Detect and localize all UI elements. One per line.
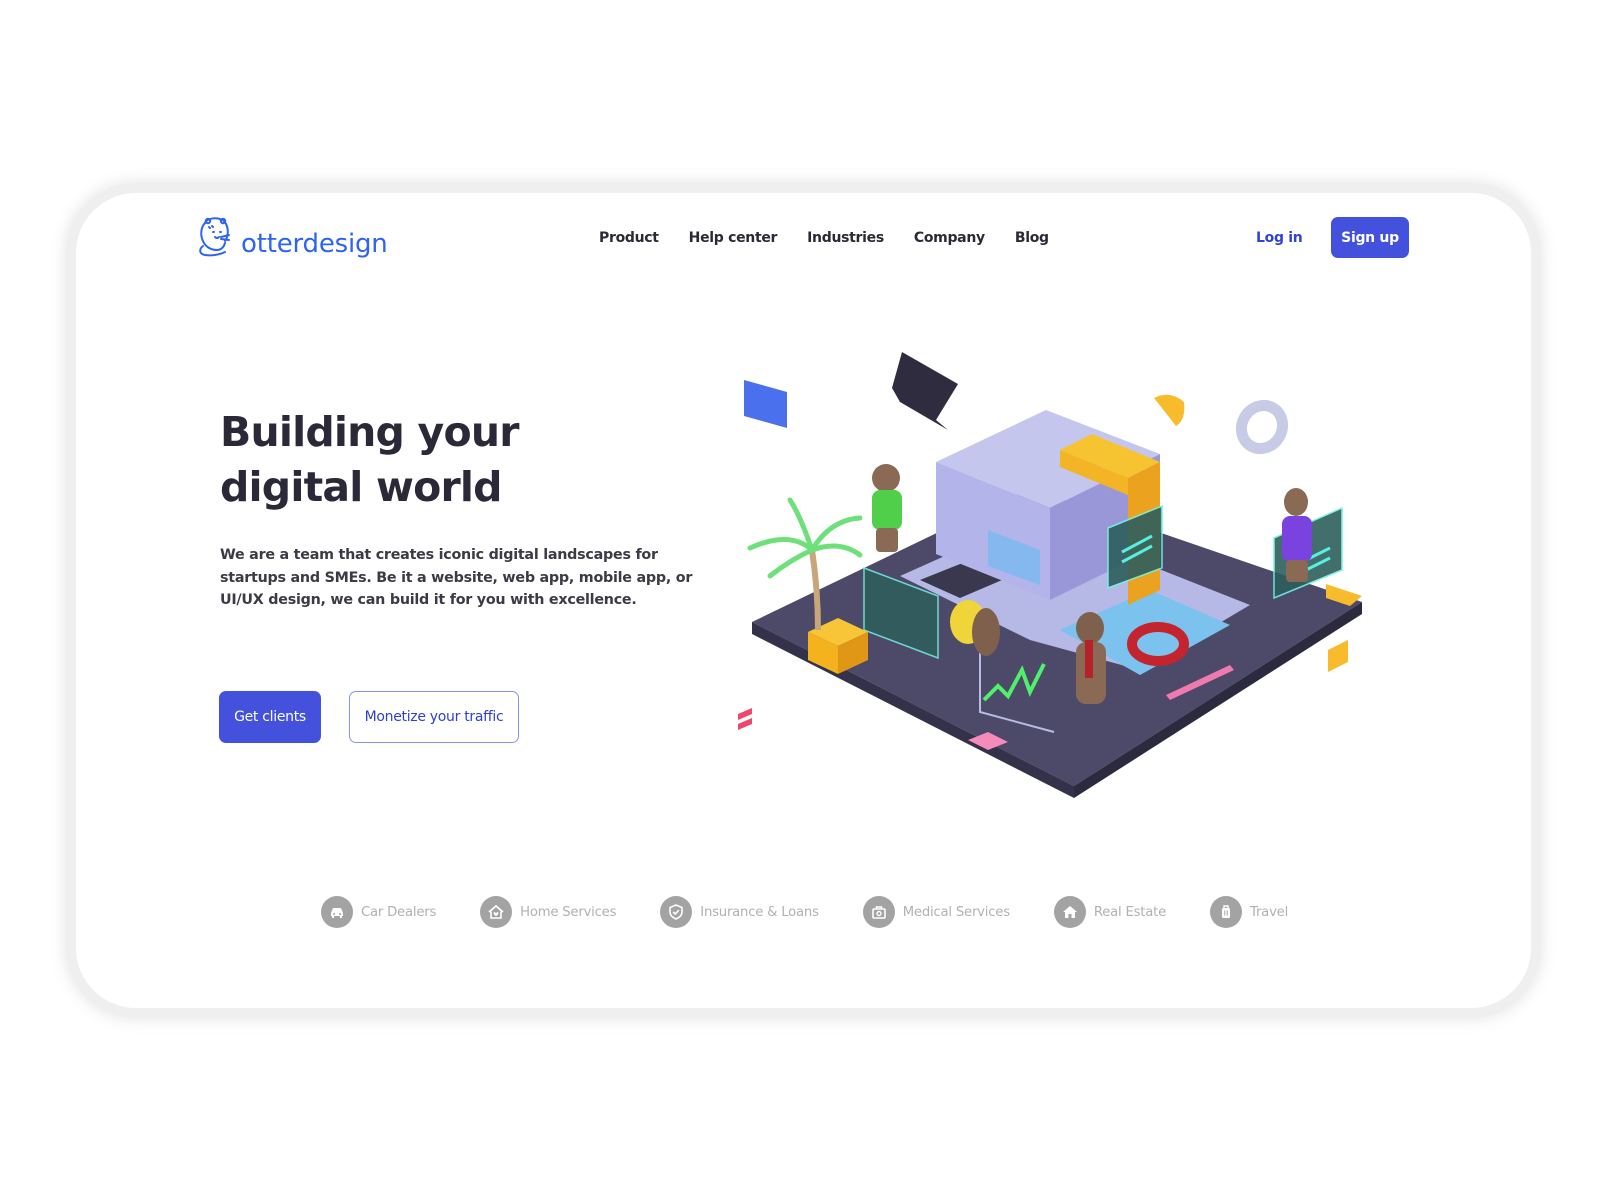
industry-home-services[interactable]: Home Services bbox=[480, 896, 616, 928]
industry-car-dealers[interactable]: Car Dealers bbox=[321, 896, 436, 928]
login-link[interactable]: Log in bbox=[1256, 230, 1303, 246]
brand-name: otterdesign bbox=[241, 229, 388, 259]
industry-label: Car Dealers bbox=[361, 904, 437, 920]
nav-item-company[interactable]: Company bbox=[914, 230, 985, 246]
yellow-side-chip-2 bbox=[1328, 640, 1348, 672]
industry-travel[interactable]: Travel bbox=[1210, 896, 1288, 928]
car-icon bbox=[321, 896, 353, 928]
industry-label: Insurance & Loans bbox=[700, 904, 819, 920]
hero-title-line-2: digital world bbox=[220, 463, 502, 511]
industries-list: Car Dealers Home Services Insurance & Lo… bbox=[321, 896, 1332, 928]
luggage-icon bbox=[1210, 896, 1243, 928]
red-chip bbox=[738, 708, 752, 720]
industry-real-estate[interactable]: Real Estate bbox=[1053, 896, 1167, 928]
get-clients-button[interactable]: Get clients bbox=[219, 691, 321, 743]
industry-medical-services[interactable]: Medical Services bbox=[862, 896, 1010, 928]
brand-logo[interactable]: otterdesign bbox=[195, 213, 388, 259]
shield-check-icon bbox=[660, 896, 693, 928]
palm-leaves bbox=[747, 497, 863, 579]
industry-label: Travel bbox=[1250, 904, 1289, 920]
nav-item-blog[interactable]: Blog bbox=[1015, 230, 1049, 246]
home-heart-icon bbox=[480, 896, 513, 928]
hero-illustration bbox=[738, 352, 1362, 798]
industry-insurance-loans[interactable]: Insurance & Loans bbox=[660, 896, 819, 928]
medical-bag-icon bbox=[862, 896, 895, 928]
industry-label: Medical Services bbox=[902, 904, 1010, 920]
industry-label: Real Estate bbox=[1093, 904, 1167, 920]
hero-title-line-1: Building your bbox=[220, 408, 519, 456]
hero-title: Building your digital world bbox=[220, 405, 519, 515]
nav-item-industries[interactable]: Industries bbox=[807, 230, 884, 246]
otter-mascot-icon bbox=[199, 217, 230, 257]
nav-item-help-center[interactable]: Help center bbox=[689, 230, 778, 246]
otter-red-scarf bbox=[1076, 612, 1106, 704]
otter-purple bbox=[1282, 488, 1312, 582]
otter-green bbox=[872, 464, 902, 552]
floating-yellow-chip bbox=[1154, 394, 1185, 426]
floating-dark-shape bbox=[892, 352, 958, 430]
industry-label: Home Services bbox=[520, 904, 617, 920]
main-nav: Product Help center Industries Company B… bbox=[599, 230, 1079, 246]
house-icon bbox=[1053, 896, 1086, 928]
monetize-traffic-button[interactable]: Monetize your traffic bbox=[349, 691, 519, 743]
signup-button[interactable]: Sign up bbox=[1331, 217, 1409, 258]
floating-torus bbox=[1235, 399, 1289, 455]
nav-item-product[interactable]: Product bbox=[599, 230, 659, 246]
hero-description: We are a team that creates iconic digita… bbox=[220, 547, 693, 608]
landing-card: otterdesign Product Help center Industri… bbox=[76, 193, 1531, 1008]
floating-blue-tile bbox=[744, 380, 787, 428]
